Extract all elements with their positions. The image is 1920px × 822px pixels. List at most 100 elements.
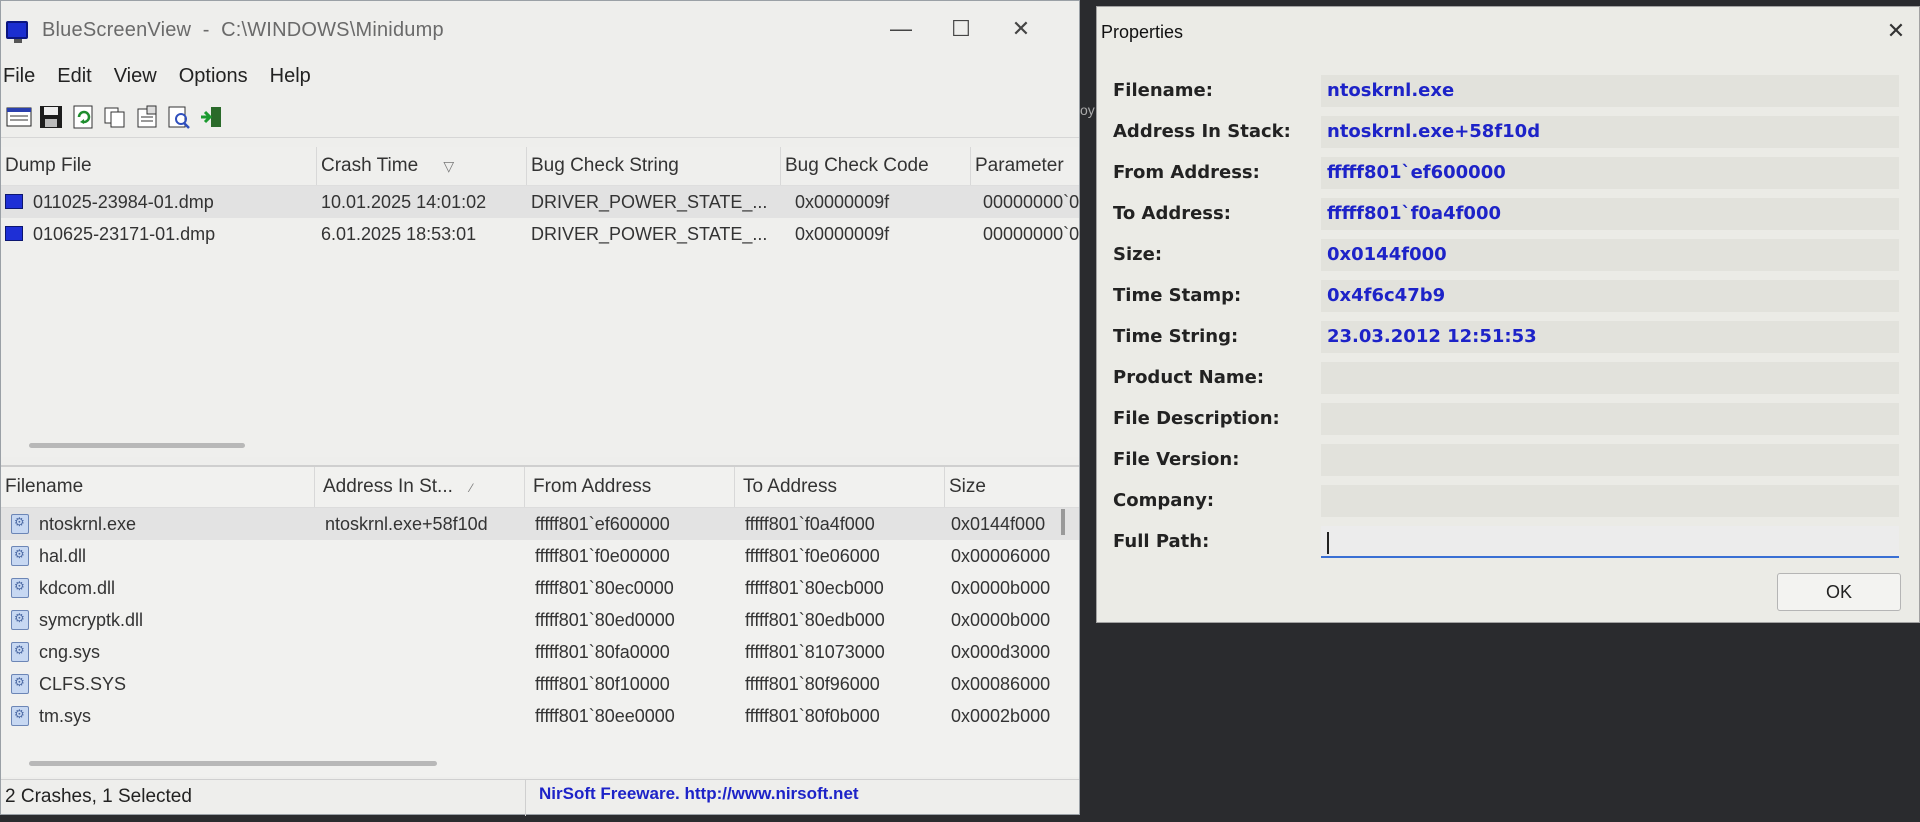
col-filename[interactable]: Filename (1, 467, 315, 507)
col-dump-file[interactable]: Dump File (1, 147, 317, 185)
module-file-icon (11, 546, 29, 566)
prop-value-field[interactable] (1321, 362, 1899, 394)
dialog-title: Properties (1101, 22, 1184, 42)
prop-from-address: From Address: fffff801`ef600000 (1097, 153, 1919, 193)
module-list-scrollbar[interactable] (29, 761, 437, 766)
prop-filename: Filename: ntoskrnl.exe (1097, 71, 1919, 111)
module-list[interactable]: Filename Address In St... ⁄ From Address… (1, 465, 1079, 777)
address-in-stack-cell (325, 604, 525, 636)
parameter-cell: 00000000`0 (983, 192, 1079, 212)
prop-time-string: Time String: 23.03.2012 12:51:53 (1097, 317, 1919, 357)
crash-time-cell: 10.01.2025 14:01:02 (321, 192, 487, 212)
bug-check-code-cell: 0x0000009f (795, 192, 890, 212)
find-icon[interactable] (165, 103, 193, 131)
dialog-close-button[interactable]: ✕ (1879, 13, 1913, 49)
refresh-icon[interactable] (69, 103, 97, 131)
size-cell: 0x0144f000 (951, 514, 1046, 534)
prop-label: File Version: (1113, 449, 1240, 470)
to-address-cell: fffff801`80edb000 (745, 610, 885, 630)
crash-row[interactable]: 011025-23984-01.dmp 10.01.2025 14:01:02 … (1, 186, 1079, 218)
module-row[interactable]: cng.sys fffff801`80fa0000 fffff801`81073… (1, 636, 1079, 668)
size-cell: 0x0002b000 (951, 706, 1051, 726)
prop-value-field[interactable] (1321, 485, 1899, 517)
col-address-in-stack[interactable]: Address In St... ⁄ (319, 467, 525, 507)
maximize-button[interactable]: ☐ (941, 11, 981, 47)
prop-value-field[interactable] (1321, 403, 1899, 435)
prop-address-in-stack: Address In Stack: ntoskrnl.exe+58f10d (1097, 112, 1919, 152)
prop-value-field[interactable]: 23.03.2012 12:51:53 (1321, 321, 1899, 353)
minimize-button[interactable]: — (881, 11, 921, 47)
menu-edit[interactable]: Edit (57, 65, 91, 88)
col-parameter[interactable]: Parameter (971, 147, 1079, 185)
prop-value-field[interactable]: 0x4f6c47b9 (1321, 280, 1899, 312)
module-row[interactable]: hal.dll fffff801`f0e00000 fffff801`f0e06… (1, 540, 1079, 572)
prop-file-version: File Version: (1097, 440, 1919, 480)
prop-value-field[interactable] (1321, 444, 1899, 476)
module-row[interactable]: symcryptk.dll fffff801`80ed0000 fffff801… (1, 604, 1079, 636)
to-address-cell: fffff801`80f0b000 (745, 706, 880, 726)
address-in-stack-cell (325, 700, 525, 732)
module-row[interactable]: kdcom.dll fffff801`80ec0000 fffff801`80e… (1, 572, 1079, 604)
filename-cell: symcryptk.dll (39, 610, 144, 630)
crash-list[interactable]: Dump File Crash Time ▽ Bug Check String … (1, 147, 1079, 457)
save-icon[interactable] (37, 103, 65, 131)
module-row[interactable]: tm.sys fffff801`80ee0000 fffff801`80f0b0… (1, 700, 1079, 732)
module-file-icon (11, 642, 29, 662)
col-size[interactable]: Size (945, 467, 1065, 507)
crash-time-cell: 6.01.2025 18:53:01 (321, 224, 477, 244)
prop-value-field[interactable]: 0x0144f000 (1321, 239, 1899, 271)
sort-arrow-icon: ▽ (443, 158, 455, 174)
exit-icon[interactable] (197, 103, 225, 131)
copy-icon[interactable] (101, 103, 129, 131)
menu-options[interactable]: Options (179, 65, 248, 88)
dump-file-cell: 010625-23171-01.dmp (33, 224, 216, 244)
prop-label: From Address: (1113, 162, 1260, 183)
properties-dialog: Properties ✕ Filename: ntoskrnl.exe Addr… (1096, 6, 1920, 623)
export-html-icon[interactable] (5, 103, 33, 131)
dump-file-icon (5, 194, 23, 209)
ok-button[interactable]: OK (1777, 573, 1901, 611)
to-address-cell: fffff801`f0a4f000 (745, 514, 875, 534)
crash-row[interactable]: 010625-23171-01.dmp 6.01.2025 18:53:01 D… (1, 218, 1079, 250)
prop-label: Size: (1113, 244, 1163, 265)
background-text-fragment: oy (1080, 102, 1095, 118)
menu-file[interactable]: File (3, 65, 35, 88)
window-title: BlueScreenView - C:\WINDOWS\Minidump (42, 18, 444, 41)
module-list-vscroll[interactable] (1061, 509, 1065, 535)
prop-label: File Description: (1113, 408, 1280, 429)
from-address-cell: fffff801`80ee0000 (535, 706, 675, 726)
full-path-field[interactable] (1321, 526, 1899, 558)
parameter-cell: 00000000`0 (983, 224, 1079, 244)
title-bar[interactable]: BlueScreenView - C:\WINDOWS\Minidump — ☐… (1, 1, 1079, 59)
col-address-in-stack-label: Address In St... (323, 476, 453, 497)
col-crash-time[interactable]: Crash Time ▽ (317, 147, 527, 185)
menu-help[interactable]: Help (270, 65, 311, 88)
crash-list-scrollbar[interactable] (29, 443, 245, 448)
col-bug-check-code[interactable]: Bug Check Code (781, 147, 971, 185)
status-crash-count: 2 Crashes, 1 Selected (5, 786, 192, 807)
close-button[interactable]: ✕ (1001, 11, 1041, 47)
filename-cell: kdcom.dll (39, 578, 116, 598)
size-cell: 0x00006000 (951, 546, 1051, 566)
col-from-address[interactable]: From Address (529, 467, 735, 507)
prop-value-field[interactable]: fffff801`f0a4f000 (1321, 198, 1899, 230)
from-address-cell: fffff801`80fa0000 (535, 642, 670, 662)
bug-check-code-cell: 0x0000009f (795, 224, 890, 244)
col-bug-check-string[interactable]: Bug Check String (527, 147, 781, 185)
prop-company: Company: (1097, 481, 1919, 521)
prop-product-name: Product Name: (1097, 358, 1919, 398)
nirsoft-link[interactable]: NirSoft Freeware. http://www.nirsoft.net (539, 784, 859, 804)
module-row[interactable]: ntoskrnl.exe ntoskrnl.exe+58f10d fffff80… (1, 508, 1079, 540)
prop-value-field[interactable]: ntoskrnl.exe+58f10d (1321, 116, 1899, 148)
prop-file-description: File Description: (1097, 399, 1919, 439)
prop-value-field[interactable]: ntoskrnl.exe (1321, 75, 1899, 107)
menu-view[interactable]: View (114, 65, 157, 88)
col-to-address[interactable]: To Address (739, 467, 945, 507)
prop-label: Filename: (1113, 80, 1213, 101)
filename-cell: CLFS.SYS (39, 674, 127, 694)
prop-value-field[interactable]: fffff801`ef600000 (1321, 157, 1899, 189)
module-row[interactable]: CLFS.SYS fffff801`80f10000 fffff801`80f9… (1, 668, 1079, 700)
address-in-stack-cell (325, 668, 525, 700)
properties-icon[interactable] (133, 103, 161, 131)
prop-time-stamp: Time Stamp: 0x4f6c47b9 (1097, 276, 1919, 316)
